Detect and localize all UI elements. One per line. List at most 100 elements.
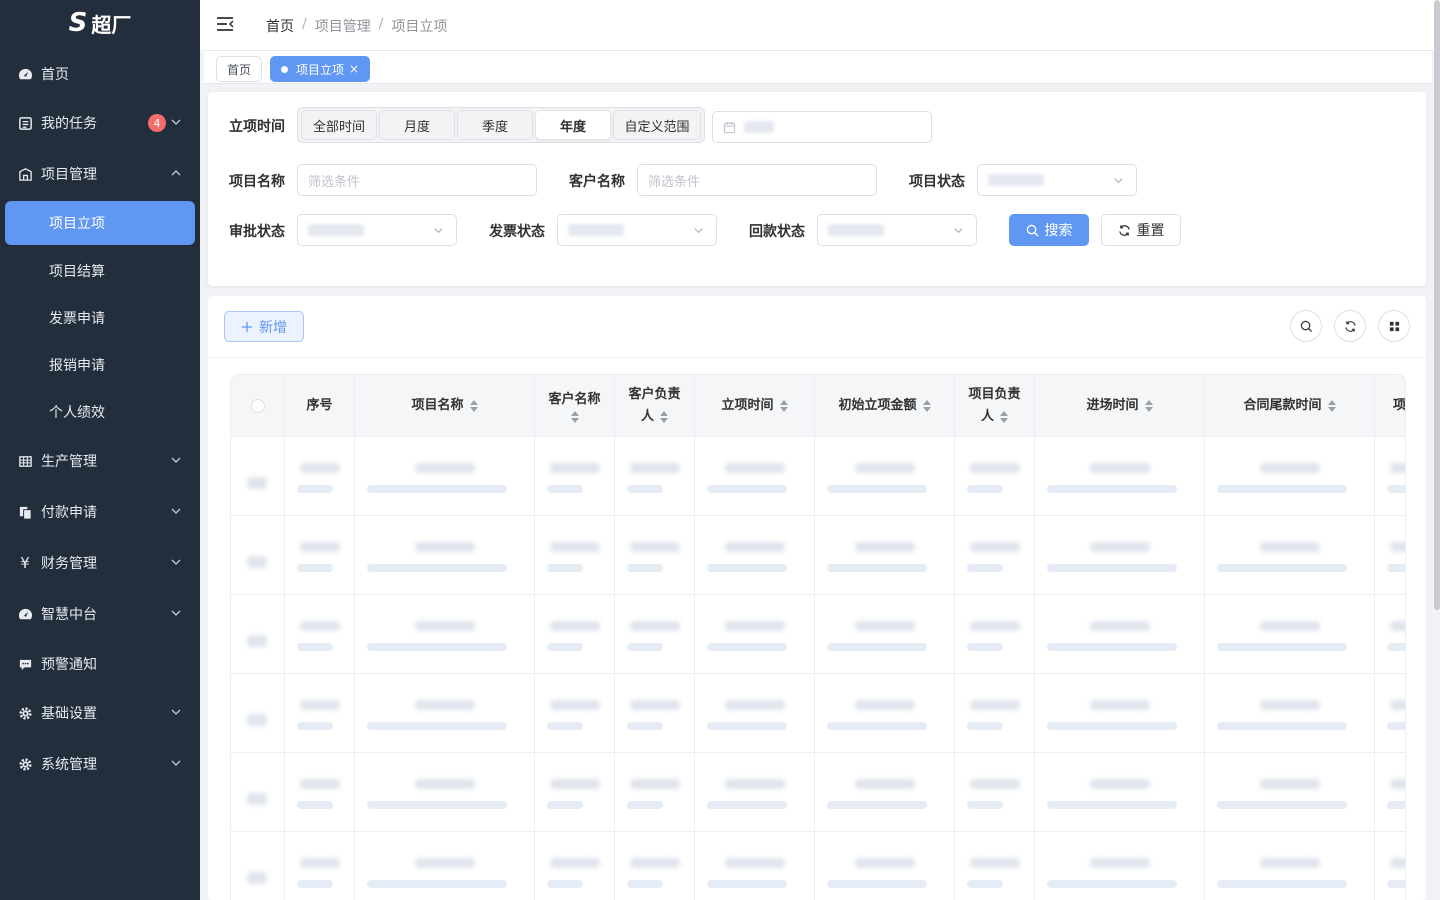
table-row[interactable] <box>231 753 1405 832</box>
sort-icon[interactable] <box>922 400 931 412</box>
time-option-all[interactable]: 全部时间 <box>301 110 377 140</box>
column-header-customer-owner[interactable]: 客户负责人 <box>615 375 695 437</box>
sidebar-item-production[interactable]: 生产管理 <box>0 439 200 483</box>
reset-button[interactable]: 重置 <box>1101 214 1181 246</box>
project-status-select[interactable] <box>977 164 1137 196</box>
skeleton-bar <box>547 643 583 651</box>
time-option-quarter[interactable]: 季度 <box>457 110 533 140</box>
table-row[interactable] <box>231 832 1405 900</box>
skeleton-text <box>725 779 785 789</box>
table-row[interactable] <box>231 437 1405 516</box>
approval-status-select[interactable] <box>297 214 457 246</box>
table-cell-skeleton <box>815 437 955 516</box>
chevron-down-icon <box>171 760 181 766</box>
invoice-status-select[interactable] <box>557 214 717 246</box>
skeleton-bar <box>707 880 787 888</box>
table-row[interactable] <box>231 674 1405 753</box>
time-option-month[interactable]: 月度 <box>379 110 455 140</box>
time-option-custom[interactable]: 自定义范围 <box>613 110 701 140</box>
column-settings-button[interactable] <box>1378 310 1410 342</box>
column-header-customer-name[interactable]: 客户名称 <box>535 375 615 437</box>
sidebar-item-home[interactable]: 首页 <box>0 52 200 96</box>
sidebar-item-project-management[interactable]: 项目管理 <box>0 152 200 196</box>
toggle-search-button[interactable] <box>1290 310 1322 342</box>
sort-icon[interactable] <box>1144 400 1153 412</box>
skeleton-text <box>1390 463 1405 473</box>
close-icon[interactable]: × <box>349 62 359 76</box>
menu-toggle-icon[interactable] <box>216 16 234 32</box>
skeleton-text <box>725 621 785 631</box>
sidebar-item-payment-request[interactable]: 付款申请 <box>0 490 200 534</box>
breadcrumb-project-management[interactable]: 项目管理 <box>315 16 371 36</box>
table-row[interactable] <box>231 595 1405 674</box>
sort-icon[interactable] <box>660 410 668 423</box>
column-header-entry-time[interactable]: 进场时间 <box>1035 375 1205 437</box>
sidebar-item-finance[interactable]: ¥ 财务管理 <box>0 541 200 585</box>
calendar-icon <box>723 121 736 133</box>
skeleton-bar <box>827 880 927 888</box>
sidebar-item-system-management[interactable]: 系统管理 <box>0 742 200 786</box>
skeleton-text <box>1090 621 1150 631</box>
skeleton-bar <box>827 485 927 493</box>
sidebar-item-basic-settings[interactable]: 基础设置 <box>0 691 200 735</box>
sidebar-item-label: 付款申请 <box>41 505 97 521</box>
skeleton-bar <box>547 722 583 730</box>
column-header-project-name[interactable]: 项目名称 <box>355 375 535 437</box>
skeleton-text <box>415 779 475 789</box>
skeleton-text <box>300 858 340 868</box>
search-button[interactable]: 搜索 <box>1009 214 1089 246</box>
column-header-initiation-time[interactable]: 立项时间 <box>695 375 815 437</box>
breadcrumb-home[interactable]: 首页 <box>266 16 294 36</box>
date-picker[interactable] <box>712 111 932 143</box>
sort-icon[interactable] <box>469 400 478 412</box>
sort-icon[interactable] <box>779 400 788 412</box>
sidebar-subitem-project-initiation[interactable]: 项目立项 <box>5 201 195 245</box>
skeleton-bar <box>627 880 663 888</box>
sidebar-subitem-performance[interactable]: 个人绩效 <box>0 390 200 434</box>
refresh-table-button[interactable] <box>1334 310 1366 342</box>
breadcrumb-current: 项目立项 <box>391 19 448 35</box>
time-option-year[interactable]: 年度 <box>535 110 611 140</box>
chevron-down-icon <box>171 709 181 715</box>
column-header-project-owner[interactable]: 项目负责人 <box>955 375 1035 437</box>
column-header-index: 序号 <box>285 375 355 437</box>
sidebar: S 超厂 首页 我的任务 4 项目管理 项目立项 项目结算 发票申请 报销申请 … <box>0 0 200 900</box>
sidebar-item-my-tasks[interactable]: 我的任务 4 <box>0 101 200 145</box>
payment-status-select[interactable] <box>817 214 977 246</box>
project-name-input[interactable]: 筛选条件 <box>297 164 537 196</box>
skeleton-bar <box>827 643 927 651</box>
select-placeholder <box>308 224 364 236</box>
table-cell-skeleton <box>1375 516 1405 595</box>
table-cell-skeleton <box>1205 753 1375 832</box>
sort-icon[interactable] <box>1327 400 1336 412</box>
sidebar-subitem-reimbursement[interactable]: 报销申请 <box>0 343 200 387</box>
table-cell-skeleton <box>695 832 815 900</box>
sidebar-subitem-label: 项目结算 <box>49 264 105 280</box>
tag-project-initiation[interactable]: 项目立项 × <box>270 56 371 82</box>
add-button[interactable]: 新增 <box>224 311 304 342</box>
table-cell-skeleton <box>615 595 695 674</box>
tag-home[interactable]: 首页 <box>216 56 263 82</box>
skeleton-text <box>550 858 600 868</box>
time-range-segmented: 全部时间 月度 季度 年度 自定义范围 <box>297 107 705 143</box>
sort-icon[interactable] <box>1000 410 1008 423</box>
column-header-initial-amount[interactable]: 初始立项金额 <box>815 375 955 437</box>
date-value <box>744 121 774 133</box>
sidebar-item-smart-platform[interactable]: 智慧中台 <box>0 592 200 636</box>
table-cell-skeleton <box>955 516 1035 595</box>
table-row[interactable] <box>231 516 1405 595</box>
project-status-label: 项目状态 <box>909 174 965 190</box>
sidebar-subitem-project-settlement[interactable]: 项目结算 <box>0 249 200 293</box>
chevron-down-icon <box>171 457 181 463</box>
sidebar-subitem-invoice-request[interactable]: 发票申请 <box>0 296 200 340</box>
skeleton-text <box>855 700 915 710</box>
customer-name-input[interactable]: 筛选条件 <box>637 164 877 196</box>
skeleton-bar <box>297 880 333 888</box>
table-cell-skeleton <box>535 832 615 900</box>
sidebar-item-alerts[interactable]: 预警通知 <box>0 642 200 686</box>
select-all-checkbox[interactable] <box>250 399 265 413</box>
column-header-final-payment-time[interactable]: 合同尾款时间 <box>1205 375 1375 437</box>
sort-icon[interactable] <box>570 411 579 423</box>
page-scrollbar[interactable] <box>1434 0 1440 610</box>
app-logo[interactable]: S 超厂 <box>0 0 200 46</box>
